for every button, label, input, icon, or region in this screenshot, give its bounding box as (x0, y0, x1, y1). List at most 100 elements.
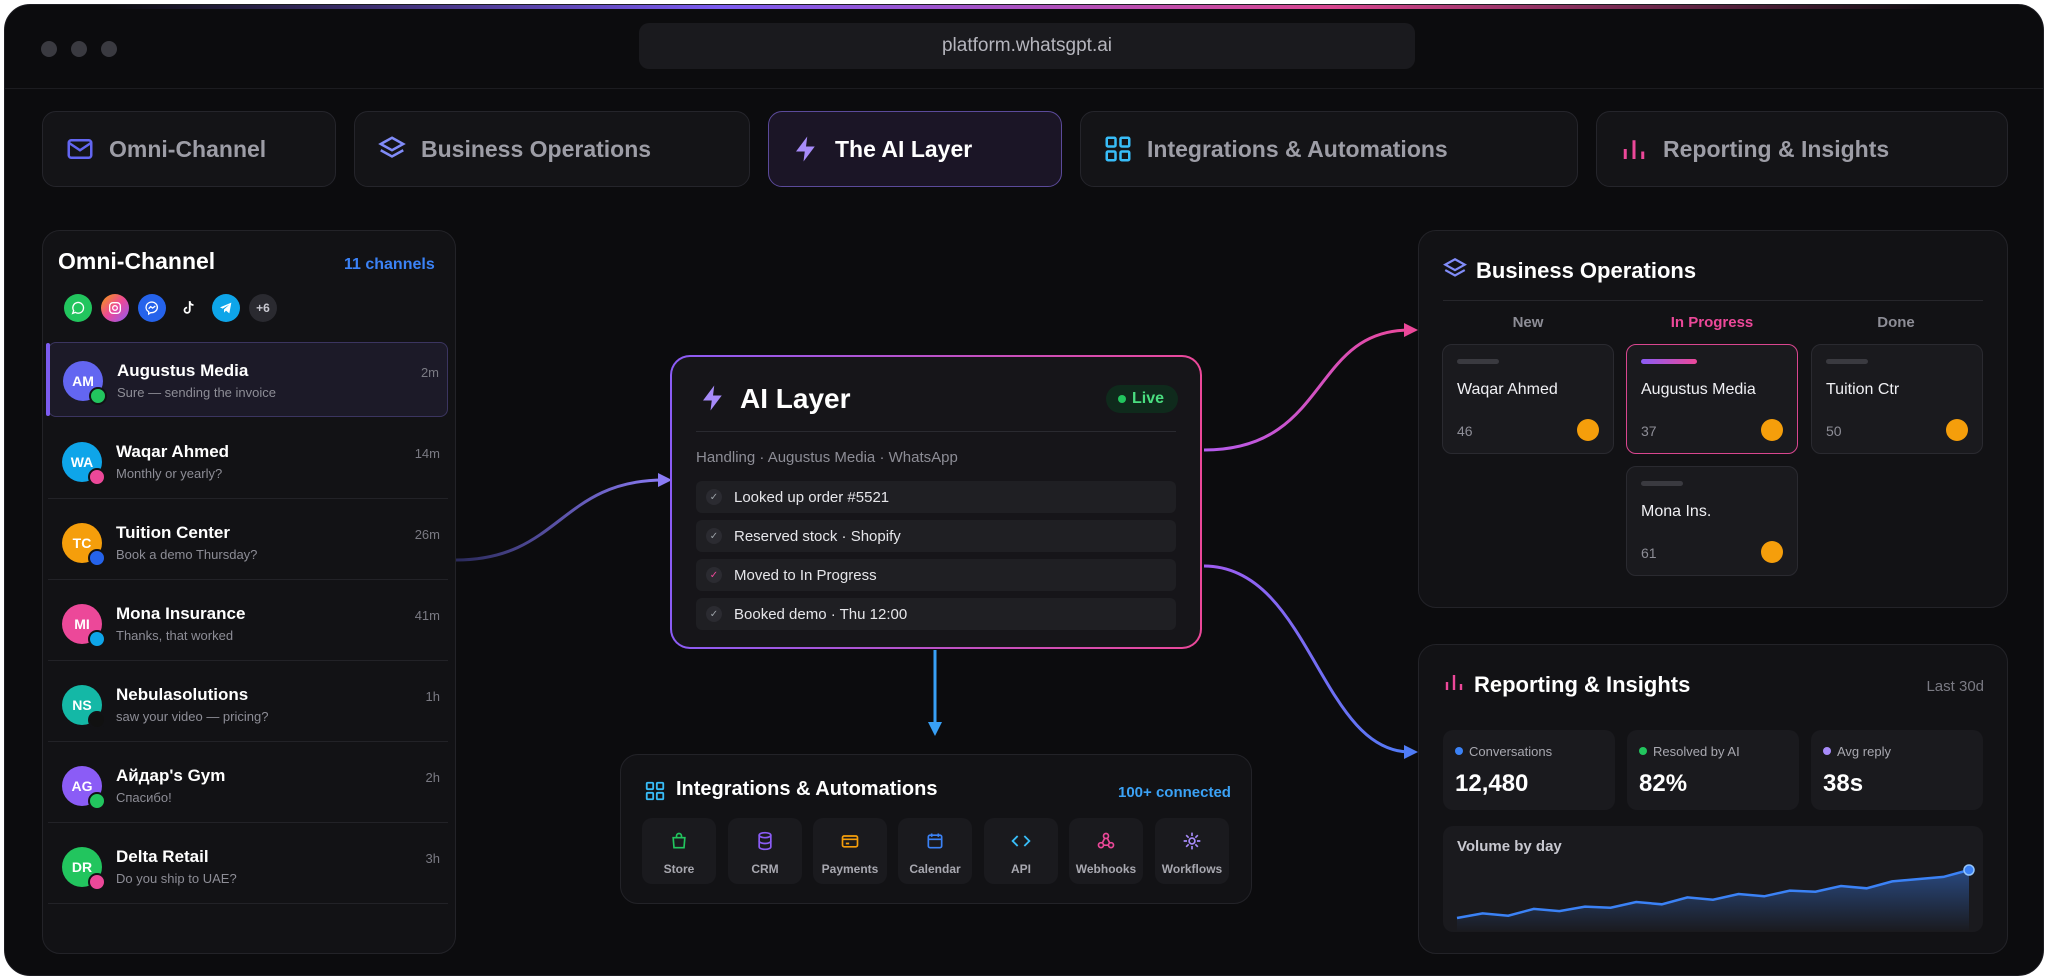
conversation-message: Thanks, that worked (116, 628, 234, 643)
stat-label: Resolved by AI (1653, 744, 1740, 759)
card-bar (1457, 359, 1499, 364)
step-label: Booked demo · Thu 12:00 (734, 605, 908, 623)
conversation-message: Do you ship to UAE? (116, 871, 237, 886)
wire-ai-to-integrations-arrow (928, 722, 942, 736)
stat-dot (1639, 747, 1647, 755)
whatsapp-icon[interactable] (64, 294, 92, 322)
conversation-item[interactable]: MI Mona Insurance Thanks, that worked 41… (48, 586, 448, 661)
card-name: Mona Ins. (1641, 503, 1712, 520)
step-label: Moved to In Progress (734, 566, 877, 584)
integration-calendar[interactable]: Calendar (898, 818, 972, 884)
conversation-item[interactable]: TC Tuition Center Book a demo Thursday? … (48, 505, 448, 580)
conversation-item[interactable]: DR Delta Retail Do you ship to UAE? 3h (48, 829, 448, 904)
stat-value: 82% (1639, 770, 1688, 797)
volume-chart: Volume by day (1443, 826, 1983, 932)
wire-ai-to-business (1203, 328, 1411, 452)
column-done: Done (1877, 314, 1915, 331)
omni-channel-title: Omni-Channel (58, 248, 216, 274)
conversation-name: Nebulasolutions (116, 685, 249, 704)
connected-count[interactable]: 100+ connected (1118, 784, 1231, 801)
stat-value: 12,480 (1455, 770, 1529, 797)
status-dot (1577, 419, 1599, 441)
integration-label: Store (663, 862, 695, 876)
messenger-icon[interactable] (138, 294, 166, 322)
conversation-time: 1h (425, 689, 440, 704)
bolt-icon (703, 385, 722, 411)
bag-icon (672, 832, 686, 849)
conversation-message: Спасибо! (116, 790, 172, 805)
business-operations-title: Business Operations (1476, 258, 1697, 283)
date-range[interactable]: Last 30d (1926, 678, 1984, 695)
integration-webhooks[interactable]: Webhooks (1069, 818, 1143, 884)
card-bar (1826, 359, 1868, 364)
instagram-icon (88, 873, 106, 891)
integration-workflows[interactable]: Workflows (1155, 818, 1229, 884)
wire-omni-to-ai (455, 478, 665, 562)
tiktok-icon (88, 711, 106, 729)
integration-api[interactable]: API (984, 818, 1058, 884)
conversation-message: saw your video — pricing? (116, 709, 269, 724)
integration-payments[interactable]: Payments (813, 818, 887, 884)
conversation-name: Waqar Ahmed (116, 442, 230, 461)
kanban-card[interactable]: Mona Ins. 61 (1626, 466, 1798, 576)
kanban-card[interactable]: Waqar Ahmed 46 (1442, 344, 1614, 454)
stat-dot (1455, 747, 1463, 755)
stat-label: Avg reply (1837, 744, 1891, 759)
ai-step: ✓ Booked demo · Thu 12:00 (696, 598, 1176, 630)
check-icon: ✓ (706, 489, 722, 505)
card-value: 46 (1457, 423, 1473, 439)
check-icon: ✓ (706, 567, 722, 583)
instagram-icon[interactable] (101, 294, 129, 322)
chart-area (1457, 870, 1969, 932)
stat-value: 38s (1823, 770, 1864, 797)
conversation-name: Delta Retail (116, 847, 209, 866)
conversation-item[interactable]: AM Augustus Media Sure — sending the inv… (46, 342, 448, 417)
telegram-icon[interactable] (212, 294, 240, 322)
column-new: New (1512, 314, 1544, 331)
conversation-item[interactable]: NS Nebulasolutions saw your video — pric… (48, 667, 448, 742)
status-dot (1761, 541, 1783, 563)
status-badge: Live (1105, 385, 1178, 413)
code-icon (1011, 835, 1031, 847)
instagram-icon (88, 468, 106, 486)
wire-ai-to-reporting (1203, 564, 1411, 754)
kanban-card[interactable]: Tuition Ctr 50 (1811, 344, 1983, 454)
stat-dot (1823, 747, 1831, 755)
conversation-item[interactable]: AG Айдар's Gym Спасибо! 2h (48, 748, 448, 823)
integration-store[interactable]: Store (642, 818, 716, 884)
wire-ai-to-reporting-arrow (1404, 745, 1418, 759)
tiktok-icon[interactable] (175, 294, 203, 322)
integration-label: Payments (821, 862, 879, 876)
conversation-item[interactable]: WA Waqar Ahmed Monthly or yearly? 14m (48, 424, 448, 499)
status-dot (1946, 419, 1968, 441)
grid-icon (645, 781, 665, 801)
more-channels-button[interactable]: +6 (249, 294, 277, 322)
stat-avg-reply: Avg reply 38s (1811, 730, 1983, 810)
divider (696, 431, 1176, 432)
stat-resolved: Resolved by AI 82% (1627, 730, 1799, 810)
card-bar (1641, 481, 1683, 486)
card-icon (841, 835, 859, 848)
volume-chart-svg (1456, 864, 1975, 932)
kanban-card[interactable]: Augustus Media 37 (1626, 344, 1798, 454)
integrations-title: Integrations & Automations (676, 778, 938, 800)
conversation-message: Monthly or yearly? (116, 466, 223, 481)
card-value: 37 (1641, 423, 1657, 439)
ai-step: ✓ Reserved stock · Shopify (696, 520, 1176, 552)
conversation-time: 3h (425, 851, 440, 866)
calendar-icon (927, 833, 943, 849)
card-value: 50 (1826, 423, 1842, 439)
step-label: Looked up order #5521 (734, 488, 890, 506)
layers-icon (1443, 258, 1467, 277)
integration-crm[interactable]: CRM (728, 818, 802, 884)
stat-conversations: Conversations 12,480 (1443, 730, 1615, 810)
cog-icon (1183, 832, 1201, 850)
stat-label: Conversations (1469, 744, 1553, 759)
selected-indicator (46, 343, 50, 416)
conversation-name: Tuition Center (116, 523, 230, 542)
card-bar (1641, 359, 1697, 364)
wire-ai-to-business-arrow (1404, 323, 1418, 337)
channel-count[interactable]: 11 channels (344, 256, 435, 274)
conversation-message: Book a demo Thursday? (116, 547, 258, 562)
webhook-icon (1097, 832, 1115, 849)
